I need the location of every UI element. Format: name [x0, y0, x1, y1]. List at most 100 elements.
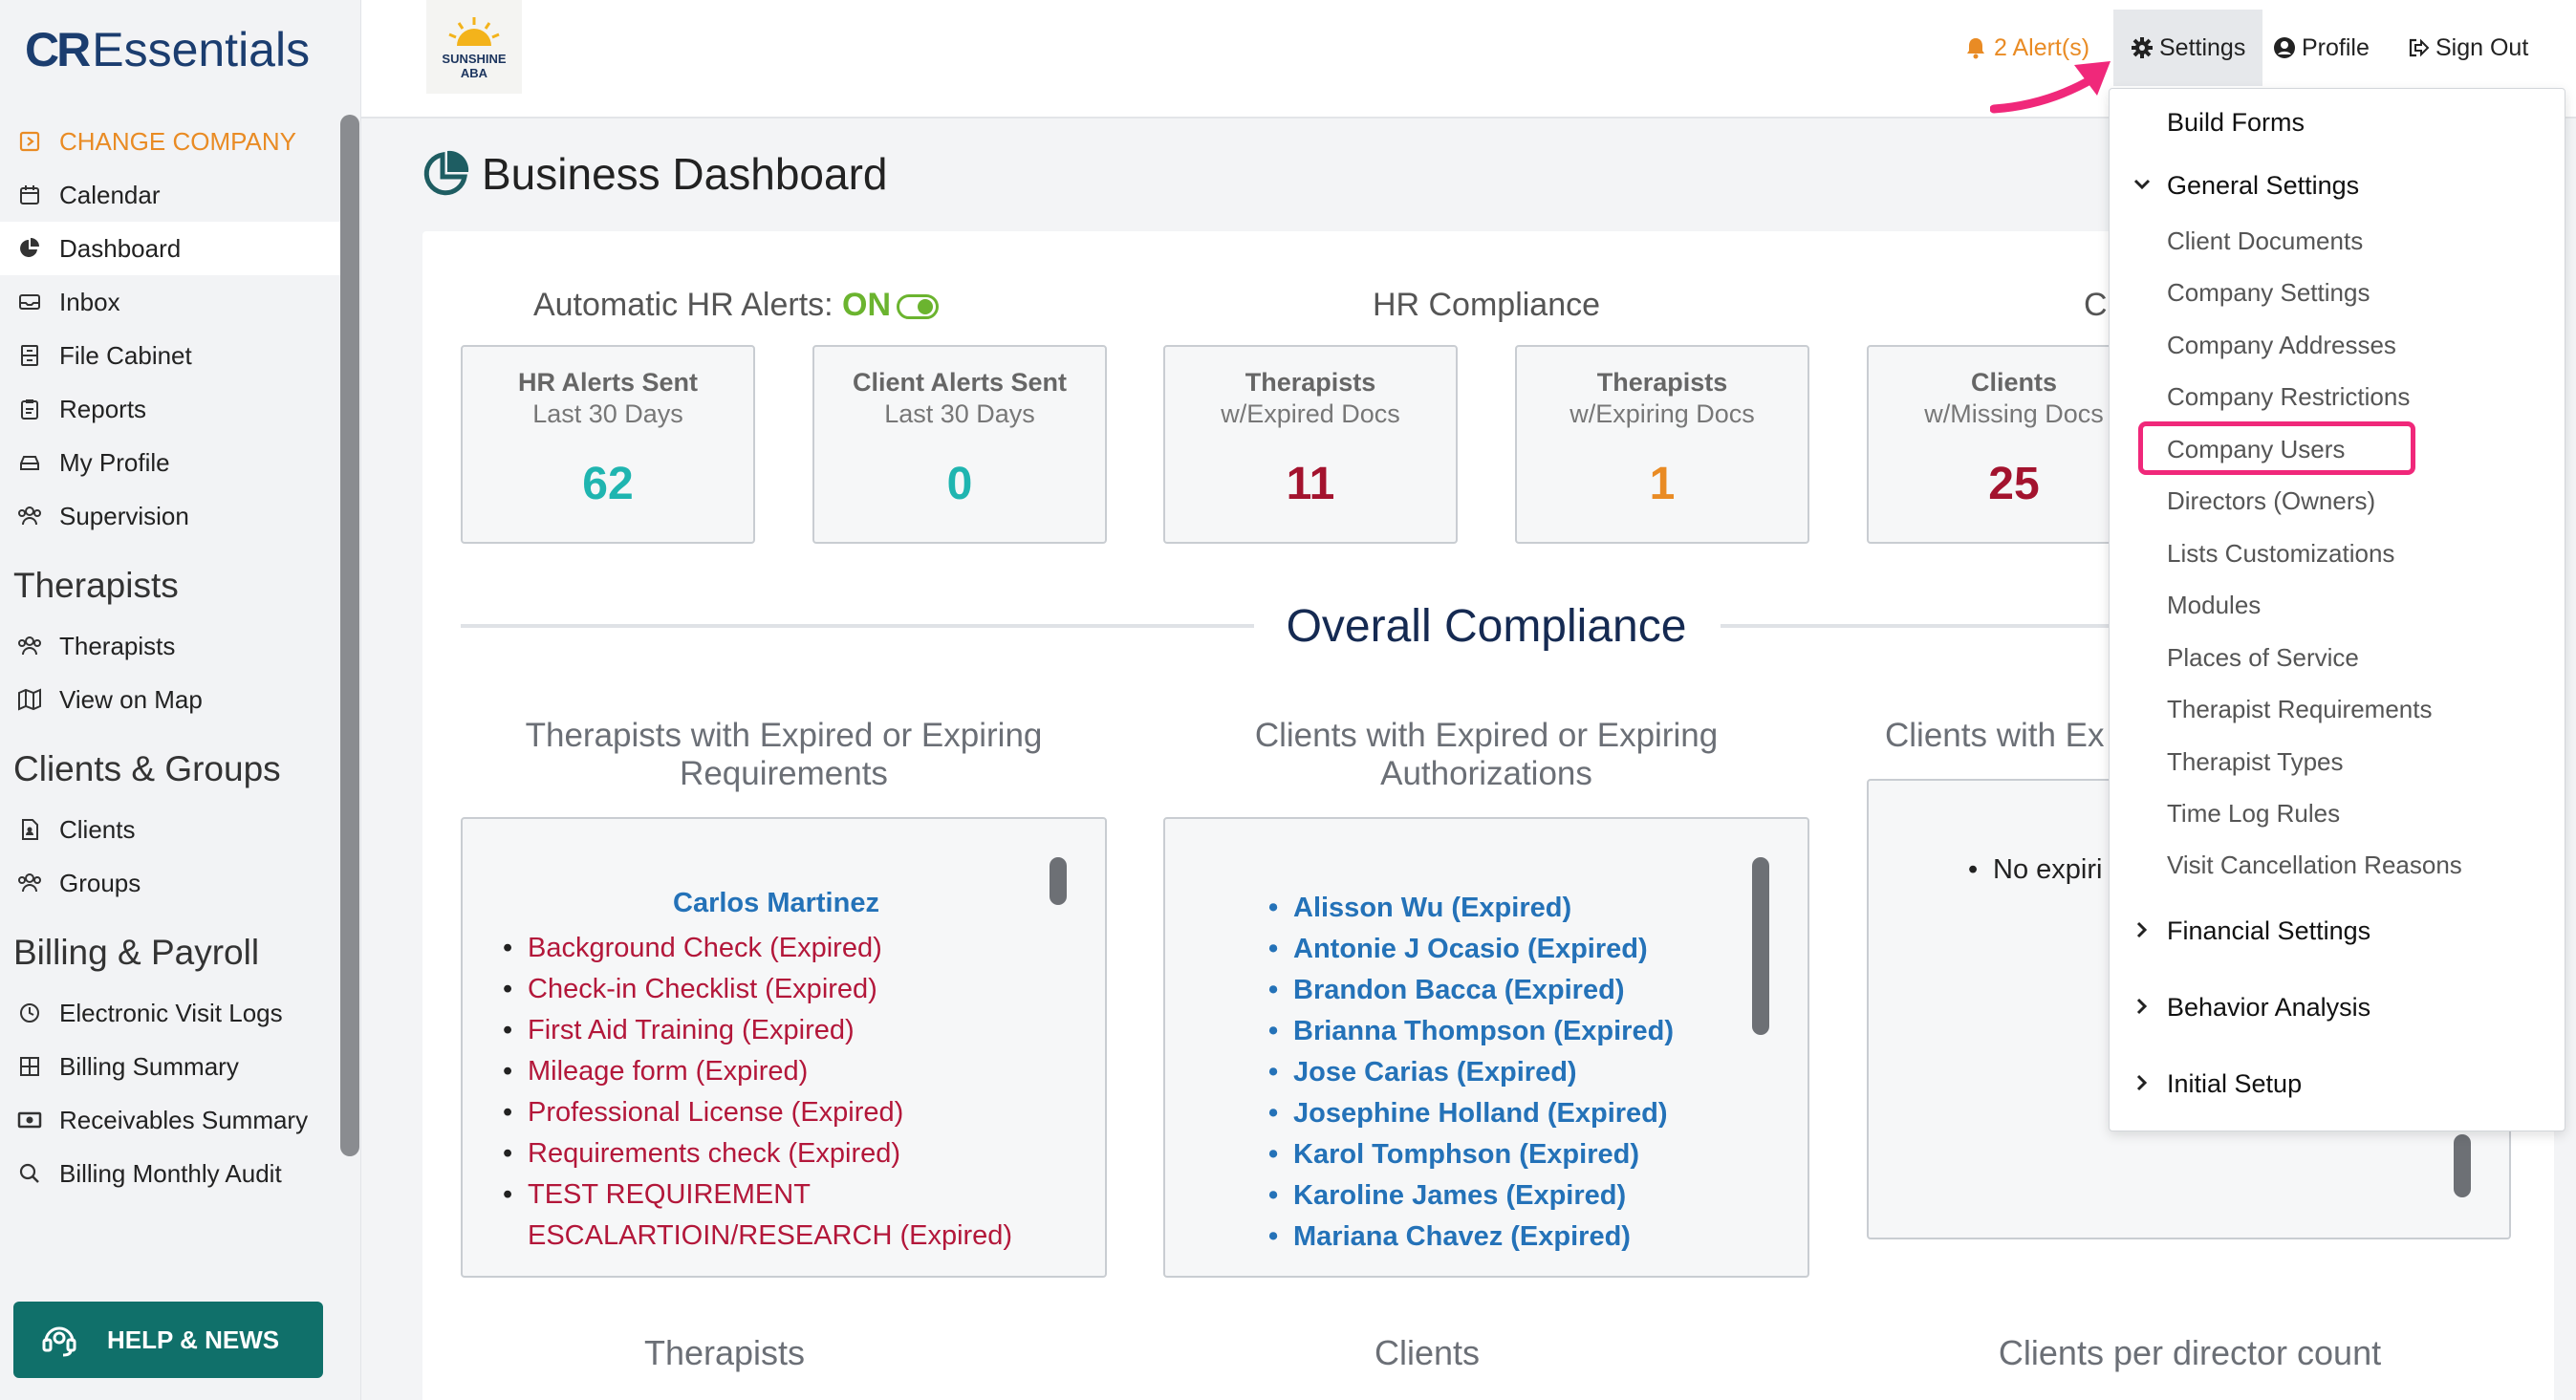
sidebar-item-therapists[interactable]: Therapists — [0, 619, 340, 673]
sidebar-item-label: Receivables Summary — [59, 1105, 309, 1134]
page-title: Business Dashboard — [421, 148, 887, 200]
auto-hr-toggle[interactable] — [897, 294, 940, 320]
therapists-requirements-list[interactable]: Carlos Martinez Background Check (Expire… — [461, 817, 1107, 1278]
stat-hr-alerts-sent[interactable]: HR Alerts Sent Last 30 Days 62 — [461, 345, 755, 544]
list-item-link[interactable]: Brianna Thompson (Expired) — [1268, 1011, 1674, 1052]
sidebar-item-label: Billing Summary — [59, 1051, 239, 1081]
list-scrollbar[interactable] — [2454, 1134, 2471, 1197]
menu-item-places-of-service[interactable]: Places of Service — [2167, 643, 2359, 673]
stat-value: 62 — [582, 459, 634, 509]
sidebar-item-receivables-summary[interactable]: Receivables Summary — [0, 1093, 340, 1147]
sidebar-item-electronic-visit-logs[interactable]: Electronic Visit Logs — [0, 986, 340, 1040]
menu-item-therapist-types[interactable]: Therapist Types — [2167, 747, 2344, 777]
stat-title: HR Alerts Sent — [517, 368, 699, 397]
menu-item-general-settings[interactable]: General Settings — [2167, 171, 2359, 201]
clients-authorizations-list[interactable]: Alisson Wu (Expired) Antonie J Ocasio (E… — [1163, 817, 1809, 1278]
list-item-link[interactable]: Mariana Chavez (Expired) — [1268, 1217, 1674, 1258]
menu-item-company-restrictions[interactable]: Company Restrictions — [2167, 382, 2410, 412]
sidebar-item-file-cabinet[interactable]: File Cabinet — [0, 329, 340, 382]
sidebar-item-supervision[interactable]: Supervision — [0, 489, 340, 543]
sign-out-link[interactable]: Sign Out — [2407, 27, 2528, 69]
clients-per-director-title: Clients per director count — [1998, 1333, 2382, 1372]
sidebar-item-change-company[interactable]: CHANGE COMPANY — [0, 115, 340, 168]
menu-item-behavior-analysis[interactable]: Behavior Analysis — [2167, 993, 2370, 1023]
list-item-link[interactable]: Jose Carias (Expired) — [1268, 1052, 1674, 1093]
sidebar-item-billing-monthly-audit[interactable]: Billing Monthly Audit — [0, 1147, 340, 1200]
list-item-link[interactable]: Alisson Wu (Expired) — [1268, 888, 1674, 929]
auto-hr-label: Automatic HR Alerts: — [532, 287, 843, 323]
sidebar-item-groups[interactable]: Groups — [0, 856, 340, 910]
chevron-right-icon — [2136, 998, 2148, 1015]
sidebar: CR Essentials CHANGE COMPANY Calendar Da… — [0, 0, 361, 1400]
menu-item-directors-owners[interactable]: Directors (Owners) — [2167, 486, 2375, 516]
clients-chart-title: Clients — [1374, 1333, 1481, 1372]
sidebar-item-billing-summary[interactable]: Billing Summary — [0, 1040, 340, 1093]
help-news-label: HELP & NEWS — [107, 1325, 280, 1354]
sidebar-item-dashboard[interactable]: Dashboard — [0, 222, 340, 275]
list-item-continuation: ESCALARTIOIN/RESEARCH (Expired) — [528, 1220, 1013, 1251]
menu-item-initial-setup[interactable]: Initial Setup — [2167, 1069, 2302, 1099]
sidebar-item-label: View on Map — [59, 684, 203, 714]
user-circle-icon — [2273, 36, 2296, 59]
menu-item-modules[interactable]: Modules — [2167, 591, 2261, 620]
page-title-text: Business Dashboard — [482, 149, 888, 199]
sign-out-icon — [2407, 36, 2430, 59]
help-news-button[interactable]: HELP & NEWS — [13, 1302, 323, 1378]
sidebar-item-view-on-map[interactable]: View on Map — [0, 673, 340, 726]
stat-title: Therapists — [1596, 368, 1728, 397]
auto-hr-state: ON — [842, 287, 892, 323]
list-item-link[interactable]: Brandon Bacca (Expired) — [1268, 970, 1674, 1011]
stat-value: 1 — [1649, 459, 1676, 509]
list-scrollbar[interactable] — [1752, 857, 1769, 1035]
company-logo[interactable]: SUNSHINE ABA — [426, 0, 522, 94]
sidebar-item-clients[interactable]: Clients — [0, 803, 340, 856]
menu-item-company-settings[interactable]: Company Settings — [2167, 278, 2370, 308]
menu-item-lists-customizations[interactable]: Lists Customizations — [2167, 539, 2394, 569]
menu-item-build-forms[interactable]: Build Forms — [2167, 108, 2305, 138]
clients-with-ex-title-partial: Clients with Ex — [1885, 717, 2105, 754]
id-card-icon — [15, 448, 44, 477]
list-scrollbar[interactable] — [1050, 857, 1067, 905]
sidebar-item-calendar[interactable]: Calendar — [0, 168, 340, 222]
list-item-link[interactable]: Josephine Holland (Expired) — [1268, 1093, 1674, 1134]
sidebar-item-inbox[interactable]: Inbox — [0, 275, 340, 329]
dashboard-chart-icon — [421, 149, 470, 199]
table-icon — [15, 1052, 44, 1081]
stat-value: 0 — [946, 459, 973, 509]
users-icon — [15, 502, 44, 530]
logo-text: Essentials — [92, 23, 311, 76]
profile-link[interactable]: Profile — [2273, 27, 2370, 69]
list-item-link[interactable]: Karoline James (Expired) — [1268, 1175, 1674, 1217]
divider-right — [1721, 624, 2122, 628]
stat-client-alerts-sent[interactable]: Client Alerts Sent Last 30 Days 0 — [812, 345, 1107, 544]
sidebar-scrollbar[interactable] — [340, 115, 359, 1156]
stat-value: 11 — [1286, 459, 1335, 509]
company-logo-line1: SUNSHINE — [442, 52, 507, 66]
app-logo[interactable]: CR Essentials — [25, 21, 310, 78]
list-item: Requirements check (Expired) — [503, 1133, 1012, 1174]
title-line: Clients with Expired or Expiring — [1254, 717, 1719, 754]
menu-item-client-documents[interactable]: Client Documents — [2167, 226, 2363, 256]
sidebar-item-label: Electronic Visit Logs — [59, 998, 283, 1027]
settings-button[interactable]: Settings — [2113, 10, 2263, 86]
inbox-icon — [15, 288, 44, 316]
sidebar-item-reports[interactable]: Reports — [0, 382, 340, 436]
section-clients-groups: Clients & Groups — [13, 749, 281, 788]
list-item-link[interactable]: Antonie J Ocasio (Expired) — [1268, 929, 1674, 970]
list-item: Background Check (Expired) — [503, 928, 1012, 969]
stat-therapists-expiring[interactable]: Therapists w/Expiring Docs 1 — [1515, 345, 1809, 544]
menu-item-time-log-rules[interactable]: Time Log Rules — [2167, 799, 2340, 829]
menu-item-company-addresses[interactable]: Company Addresses — [2167, 331, 2396, 360]
therapist-name-link[interactable]: Carlos Martinez — [463, 888, 1090, 919]
stat-therapists-expired[interactable]: Therapists w/Expired Docs 11 — [1163, 345, 1458, 544]
sun-logo-icon — [448, 17, 500, 46]
settings-label: Settings — [2159, 33, 2246, 61]
stat-title: Therapists — [1245, 368, 1376, 397]
menu-item-financial-settings[interactable]: Financial Settings — [2167, 916, 2370, 946]
menu-item-company-users[interactable]: Company Users — [2167, 435, 2345, 464]
menu-item-therapist-requirements[interactable]: Therapist Requirements — [2167, 695, 2432, 724]
menu-item-visit-cancellation-reasons[interactable]: Visit Cancellation Reasons — [2167, 851, 2462, 880]
list-item-link[interactable]: Karol Tomphson (Expired) — [1268, 1134, 1674, 1175]
money-bill-icon — [15, 1106, 44, 1134]
sidebar-item-my-profile[interactable]: My Profile — [0, 436, 340, 489]
